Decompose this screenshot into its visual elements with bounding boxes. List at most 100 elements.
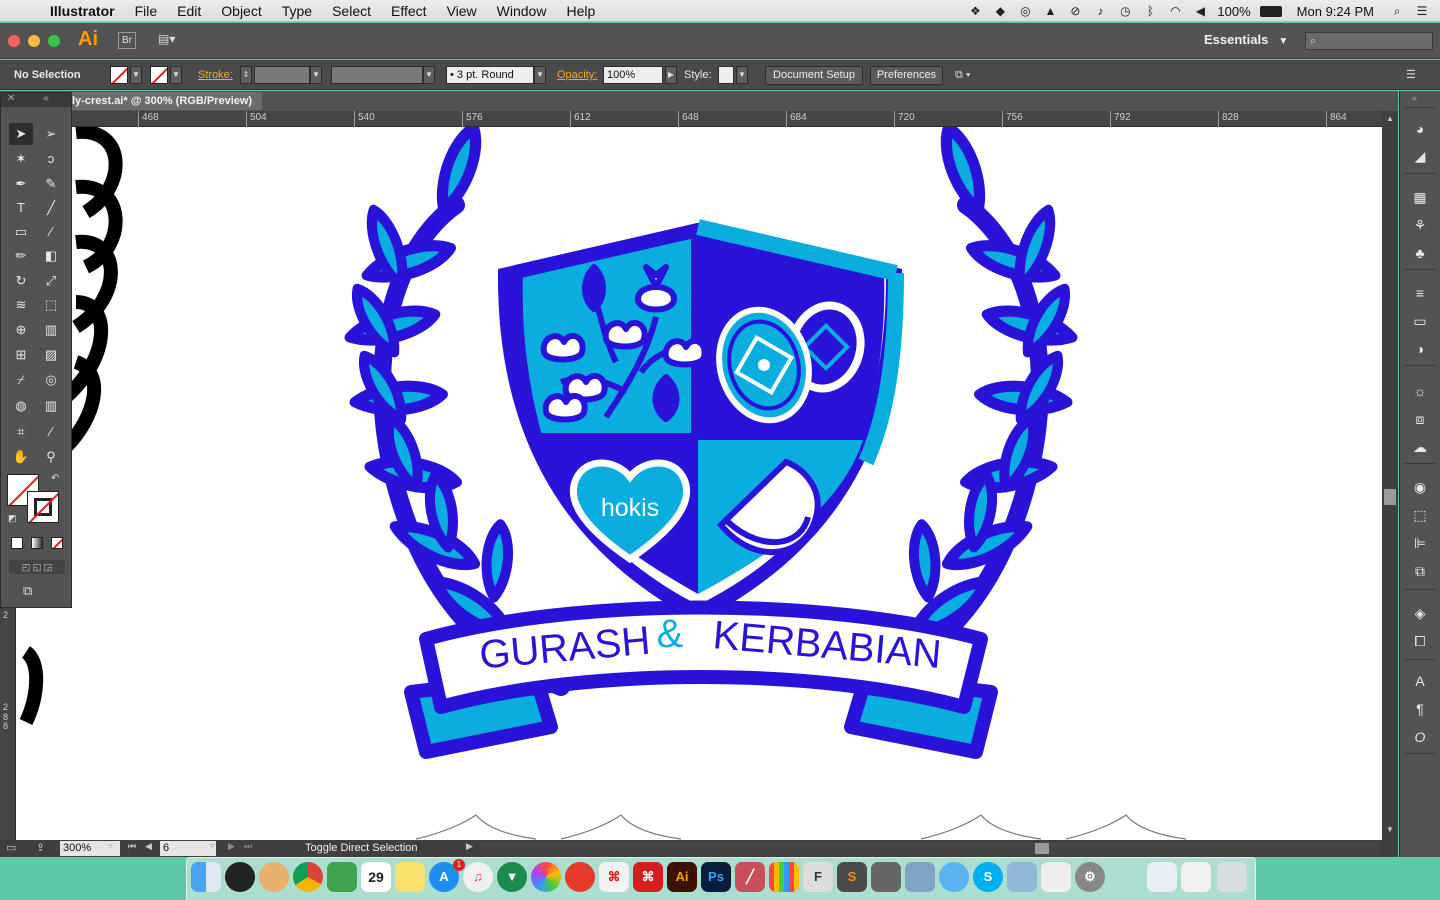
scale-icon[interactable]: ⤢ — [39, 270, 63, 292]
swap-fill-stroke-icon[interactable]: ↶ — [51, 473, 59, 484]
photos-colors-icon[interactable] — [531, 862, 561, 892]
horizontal-ruler[interactable]: 468 504 540 576 612 648 684 720 756 792 … — [16, 111, 1382, 127]
eraser-icon[interactable]: ◧ — [39, 245, 63, 267]
zoom-dropdown-icon[interactable]: ▼ — [106, 841, 115, 851]
tomato-timer-icon[interactable] — [565, 862, 595, 892]
stroke-weight-dropdown-icon[interactable]: ▼ — [310, 66, 322, 84]
swatches-icon[interactable]: ▦ — [1410, 187, 1430, 207]
dropbox-icon[interactable]: ❖ — [967, 4, 983, 18]
prev-artboard-icon[interactable]: ◀ — [145, 841, 152, 852]
libraries-icon[interactable]: ☁ — [1410, 437, 1430, 457]
stroke-panel-icon[interactable]: ≡ — [1410, 283, 1430, 303]
stroke-color-box[interactable] — [27, 491, 59, 523]
downloads-stack-icon[interactable] — [1147, 862, 1177, 892]
wunderlist-icon[interactable] — [1041, 862, 1071, 892]
pathfinder-icon[interactable]: ⧉ — [1410, 561, 1430, 581]
chrome-icon[interactable] — [293, 862, 323, 892]
opacity-dropdown-icon[interactable]: ▶ — [665, 66, 677, 84]
messages-icon[interactable] — [939, 862, 969, 892]
itunes-icon[interactable]: ♫ — [463, 862, 493, 892]
color-panel-icon[interactable]: ◕ — [1410, 119, 1430, 139]
scroll-down-icon[interactable]: ▼ — [1386, 825, 1394, 834]
notification-center-icon[interactable]: ☰ — [1414, 4, 1430, 18]
width-profile-dropdown-icon[interactable]: ▼ — [423, 66, 435, 84]
first-artboard-icon[interactable]: ⏮ — [128, 841, 136, 852]
share-icon[interactable]: ⇪ — [36, 841, 45, 854]
evernote-app-icon[interactable] — [327, 862, 357, 892]
perspective-icon[interactable]: ▥ — [39, 319, 63, 341]
curvature-icon[interactable]: ✎ — [39, 173, 63, 195]
graphic-styles-icon[interactable]: ⧈ — [1410, 409, 1430, 429]
selection-icon[interactable]: ➤ — [9, 123, 33, 145]
menu-object[interactable]: Object — [211, 0, 271, 22]
screen-mode-icon[interactable]: ⧉ — [23, 583, 32, 599]
fill-swatch[interactable] — [110, 66, 128, 84]
artboards-icon[interactable]: ⧠ — [1410, 631, 1430, 651]
clip-icon[interactable]: ╱ — [735, 862, 765, 892]
opentype-icon[interactable]: O — [1410, 727, 1430, 747]
variable-width-profile[interactable] — [331, 66, 423, 84]
pencil-icon[interactable]: ✏ — [9, 245, 33, 267]
menu-file[interactable]: File — [125, 0, 168, 22]
warp-icon[interactable]: ≋ — [9, 294, 33, 316]
acrobat-reader-icon[interactable]: ⌘ — [633, 862, 663, 892]
stickies-icon[interactable] — [395, 862, 425, 892]
paragraph-icon[interactable]: ¶ — [1410, 699, 1430, 719]
workspace-switcher[interactable]: Essentials ▼ — [1204, 32, 1288, 47]
minimize-window-icon[interactable] — [28, 35, 40, 47]
menu-effect[interactable]: Effect — [381, 0, 437, 22]
opacity-label[interactable]: Opacity: — [557, 66, 597, 84]
spotlight-search-icon[interactable]: ⌕ — [1389, 4, 1405, 18]
hand-icon[interactable]: ✋ — [9, 446, 33, 468]
color-mode-icon[interactable] — [11, 537, 23, 549]
gradient-icon[interactable]: ▨ — [39, 344, 63, 366]
blend-icon[interactable]: ◎ — [39, 369, 63, 391]
navigator-icon[interactable]: ◉ — [1410, 477, 1430, 497]
eyedropper-icon[interactable]: ⌿ — [9, 369, 33, 391]
calendar-icon[interactable]: 29 — [361, 862, 391, 892]
direct-selection-icon[interactable]: ➢ — [39, 123, 63, 145]
paintbrush-icon[interactable]: ⁄ — [39, 221, 63, 243]
evernote-icon[interactable]: ◆ — [992, 4, 1008, 18]
status-menu-icon[interactable]: ▶ — [466, 841, 473, 852]
slice-icon[interactable]: ⁄ — [39, 421, 63, 443]
zoom-icon[interactable]: ⚲ — [39, 446, 63, 468]
skype-icon[interactable]: S — [973, 862, 1003, 892]
photos-icon[interactable] — [259, 862, 289, 892]
brushes-icon[interactable]: ⚘ — [1410, 215, 1430, 235]
sublime-icon[interactable]: S — [837, 862, 867, 892]
artboard-icon[interactable]: ⌗ — [9, 421, 33, 443]
mail-icon[interactable] — [1007, 862, 1037, 892]
menu-window[interactable]: Window — [487, 0, 557, 22]
expand-panels-icon[interactable]: « — [1412, 93, 1417, 103]
finder-icon[interactable] — [191, 862, 221, 892]
graph-icon[interactable]: ▥ — [39, 395, 63, 417]
default-fill-stroke-icon[interactable]: ◩ — [8, 513, 17, 524]
notification-bell-icon[interactable]: ♪ — [1092, 4, 1108, 18]
system-preferences-icon[interactable]: ⚙ — [1075, 862, 1105, 892]
document-setup-button[interactable]: Document Setup — [765, 66, 863, 85]
menu-type[interactable]: Type — [272, 0, 322, 22]
crest-artwork[interactable]: hokis GURASH & KERBABIAN — [16, 127, 1382, 840]
shape-builder-icon[interactable]: ⊕ — [9, 319, 33, 341]
brush-definition[interactable]: • 3 pt. Round — [446, 66, 534, 84]
documents-stack-icon[interactable] — [1181, 862, 1211, 892]
artboard-dropdown-icon[interactable]: ▼ — [208, 841, 217, 851]
bluetooth-icon[interactable]: ᛒ — [1142, 4, 1158, 18]
next-artboard-icon[interactable]: ▶ — [228, 841, 235, 852]
style-dropdown-icon[interactable]: ▼ — [736, 66, 748, 84]
acrobat-icon[interactable]: ⌘ — [599, 862, 629, 892]
zoom-window-icon[interactable] — [48, 35, 60, 47]
illustrator-dock-icon[interactable]: Ai — [667, 862, 697, 892]
menu-edit[interactable]: Edit — [167, 0, 211, 22]
transparency-icon[interactable]: ◑ — [1410, 339, 1430, 359]
battery-icon[interactable] — [1259, 5, 1282, 17]
stroke-weight-stepper[interactable]: ⇕ — [240, 66, 252, 84]
menu-app-name[interactable]: Illustrator — [40, 0, 125, 22]
horizontal-scrollbar[interactable] — [480, 842, 1380, 855]
gradient-panel-icon[interactable]: ▭ — [1410, 311, 1430, 331]
tools-panel-grip[interactable]: ✕ « — [1, 93, 71, 107]
scroll-up-icon[interactable]: ▲ — [1386, 114, 1394, 123]
symbol-sprayer-icon[interactable]: ◍ — [9, 395, 33, 417]
vectorize-icon[interactable]: ▼ — [497, 862, 527, 892]
